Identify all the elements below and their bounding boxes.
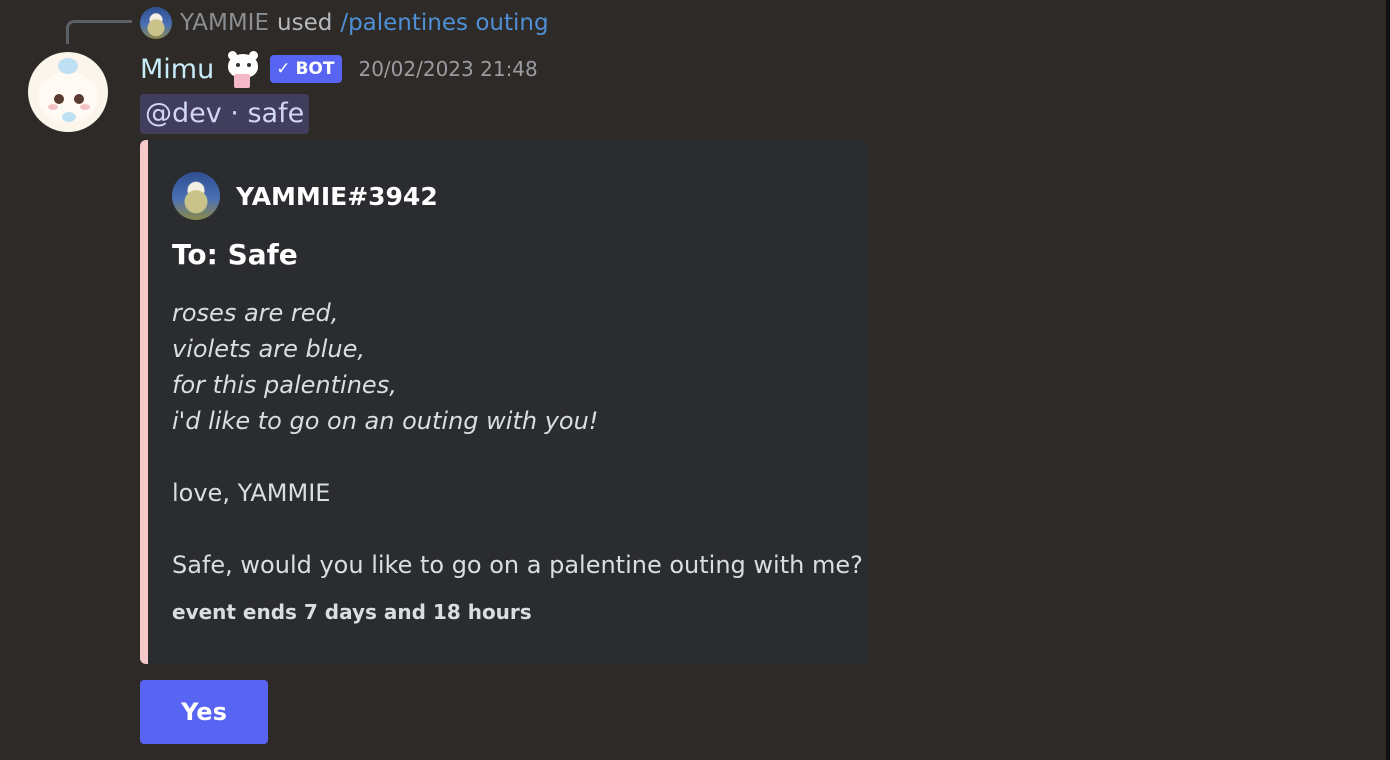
question-text: Safe, would you like to go on a palentin… — [172, 551, 863, 579]
poem-line: violets are blue, — [172, 335, 366, 363]
avatar-eye — [74, 94, 84, 104]
avatar-cheek — [80, 104, 90, 110]
slash-command-link[interactable]: /palentines outing — [340, 10, 548, 36]
embed-author-avatar — [172, 172, 220, 220]
bot-badge-label: BOT — [295, 59, 335, 79]
avatar-cheek — [48, 104, 58, 110]
poem-line: i'd like to go on an outing with you! — [172, 407, 599, 435]
avatar-eye — [54, 94, 64, 104]
bot-badge: ✓ BOT — [270, 55, 343, 83]
reply-used-text: used — [277, 10, 333, 36]
window-edge — [1386, 0, 1390, 760]
embed-title: To: Safe — [172, 238, 298, 271]
yes-button[interactable]: Yes — [140, 680, 268, 744]
reply-connector — [66, 20, 132, 44]
embed-footer: event ends 7 days and 18 hours — [172, 600, 532, 624]
interaction-reply[interactable]: YAMMIE used /palentines outing — [140, 6, 549, 40]
reply-username[interactable]: YAMMIE — [180, 10, 269, 36]
embed-card: YAMMIE#3942 To: Safe roses are red, viol… — [140, 140, 868, 664]
bear-emoji-icon — [222, 50, 262, 88]
embed-author-name: YAMMIE#3942 — [236, 181, 438, 211]
reply-user-avatar[interactable] — [140, 7, 172, 39]
signoff-text: love, YAMMIE — [172, 479, 331, 507]
message-view: YAMMIE used /palentines outing Mimu ✓ BO… — [0, 0, 1390, 760]
poem-line: for this palentines, — [172, 371, 397, 399]
message-timestamp[interactable]: 20/02/2023 21:48 — [358, 57, 537, 81]
embed-author: YAMMIE#3942 — [172, 172, 438, 220]
author-avatar[interactable] — [28, 52, 108, 132]
message-header: Mimu ✓ BOT 20/02/2023 21:48 — [140, 50, 538, 88]
poem-line: roses are red, — [172, 299, 339, 327]
avatar-heart-icon — [62, 112, 76, 122]
checkmark-icon: ✓ — [276, 59, 291, 79]
avatar-bird-icon — [58, 58, 78, 74]
embed-description: roses are red, violets are blue, for thi… — [172, 295, 863, 583]
author-username[interactable]: Mimu — [140, 54, 214, 85]
user-mention[interactable]: @dev · safe — [140, 94, 310, 134]
